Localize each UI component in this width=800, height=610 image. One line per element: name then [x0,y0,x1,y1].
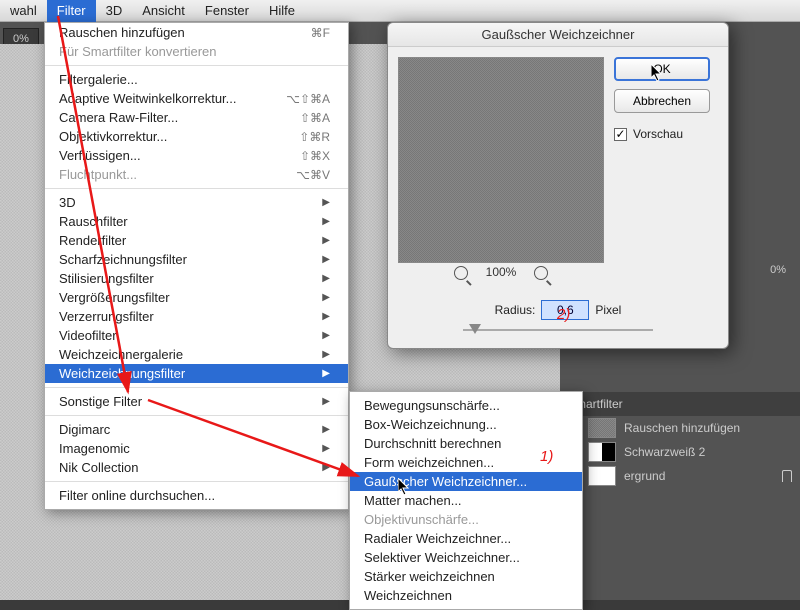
zoom-out-icon[interactable] [454,266,468,280]
chevron-right-icon: ▶ [322,349,330,360]
menu-item[interactable]: Scharfzeichnungsfilter▶ [45,250,348,269]
slider-thumb-icon[interactable] [469,324,481,334]
submenu-item[interactable]: Matter machen... [350,491,582,510]
menu-item[interactable]: Verflüssigen...⇧⌘X [45,146,348,165]
menu-item[interactable]: Imagenomic▶ [45,439,348,458]
submenu-item: Objektivunschärfe... [350,510,582,529]
menu-item[interactable]: 3D▶ [45,193,348,212]
weichzeichnungsfilter-submenu[interactable]: Bewegungsunschärfe...Box-Weichzeichnung.… [349,391,583,610]
submenu-item[interactable]: Bewegungsunschärfe... [350,396,582,415]
smartfilter-header[interactable]: Smartfilter [560,392,800,416]
layer-row[interactable]: Schwarzweiß 2 [560,440,800,464]
menu-item[interactable]: Objektivkorrektur...⇧⌘R [45,127,348,146]
menu-item[interactable]: Weichzeichnergalerie▶ [45,345,348,364]
submenu-item[interactable]: Weichzeichnen [350,586,582,605]
chevron-right-icon: ▶ [322,462,330,473]
chevron-right-icon: ▶ [322,254,330,265]
cancel-button[interactable]: Abbrechen [614,89,710,113]
menu-item[interactable]: Videofilter▶ [45,326,348,345]
gaussian-blur-dialog: Gaußscher Weichzeichner 100% OK Abbreche… [387,22,729,349]
submenu-item[interactable]: Gaußscher Weichzeichner... [350,472,582,491]
chevron-right-icon: ▶ [322,330,330,341]
submenu-item[interactable]: Radialer Weichzeichner... [350,529,582,548]
lock-icon [782,470,792,482]
preview-thumbnail[interactable] [398,57,604,263]
menubar-item-filter[interactable]: Filter [47,0,96,22]
zoom-percent: 100% [486,265,517,279]
layer-thumbnail [588,418,616,438]
preview-label: Vorschau [633,127,683,141]
chevron-right-icon: ▶ [322,197,330,208]
chevron-right-icon: ▶ [322,292,330,303]
chevron-right-icon: ▶ [322,424,330,435]
menu-item[interactable]: Camera Raw-Filter...⇧⌘A [45,108,348,127]
cursor-icon [651,64,663,82]
chevron-right-icon: ▶ [322,235,330,246]
menu-item: Fluchtpunkt...⌥⌘V [45,165,348,184]
annotation-step-1: 1) [540,448,553,465]
menubar-item-hilfe[interactable]: Hilfe [259,0,305,22]
chevron-right-icon: ▶ [322,216,330,227]
submenu-item[interactable]: Stärker weichzeichnen [350,567,582,586]
menu-item[interactable]: Weichzeichnungsfilter▶ [45,364,348,383]
menu-item[interactable]: Stilisierungsfilter▶ [45,269,348,288]
chevron-right-icon: ▶ [322,311,330,322]
radius-slider[interactable] [463,324,653,336]
radius-label: Radius: [495,303,536,317]
submenu-item[interactable]: Selektiver Weichzeichner... [350,548,582,567]
zoom-in-icon[interactable] [534,266,548,280]
menu-item[interactable]: Nik Collection▶ [45,458,348,477]
menubar-item-fenster[interactable]: Fenster [195,0,259,22]
layer-thumbnail [588,466,616,486]
menu-item[interactable]: Vergrößerungsfilter▶ [45,288,348,307]
menu-item: Für Smartfilter konvertieren [45,42,348,61]
menu-item[interactable]: Rauschfilter▶ [45,212,348,231]
menubar[interactable]: wahlFilter3DAnsichtFensterHilfe [0,0,800,22]
filter-menu[interactable]: Rauschen hinzufügen⌘FFür Smartfilter kon… [44,22,349,510]
layer-row[interactable]: Rauschen hinzufügen [560,416,800,440]
submenu-item[interactable]: Box-Weichzeichnung... [350,415,582,434]
menu-item[interactable]: Digimarc▶ [45,420,348,439]
menu-item[interactable]: Verzerrungsfilter▶ [45,307,348,326]
menu-item[interactable]: Sonstige Filter▶ [45,392,348,411]
chevron-right-icon: ▶ [322,273,330,284]
checkbox-icon [614,128,627,141]
chevron-right-icon: ▶ [322,443,330,454]
menu-item[interactable]: Filtergalerie... [45,70,348,89]
menu-item[interactable]: Renderfilter▶ [45,231,348,250]
layer-row[interactable]: ergrund [560,464,800,488]
menu-item[interactable]: Rauschen hinzufügen⌘F [45,23,348,42]
menubar-item-wahl[interactable]: wahl [0,0,47,22]
annotation-step-2: 2) [557,306,570,323]
preview-checkbox[interactable]: Vorschau [614,127,710,141]
chevron-right-icon: ▶ [322,368,330,379]
menu-item[interactable]: Adaptive Weitwinkelkorrektur...⌥⇧⌘A [45,89,348,108]
menubar-item-3d[interactable]: 3D [96,0,133,22]
layer-thumbnail [588,442,616,462]
cursor-icon [398,478,410,496]
chevron-right-icon: ▶ [322,396,330,407]
dialog-title: Gaußscher Weichzeichner [388,23,728,47]
menubar-item-ansicht[interactable]: Ansicht [132,0,195,22]
menu-item[interactable]: Filter online durchsuchen... [45,486,348,505]
opacity-value[interactable]: 0% [770,264,786,276]
radius-unit: Pixel [595,303,621,317]
